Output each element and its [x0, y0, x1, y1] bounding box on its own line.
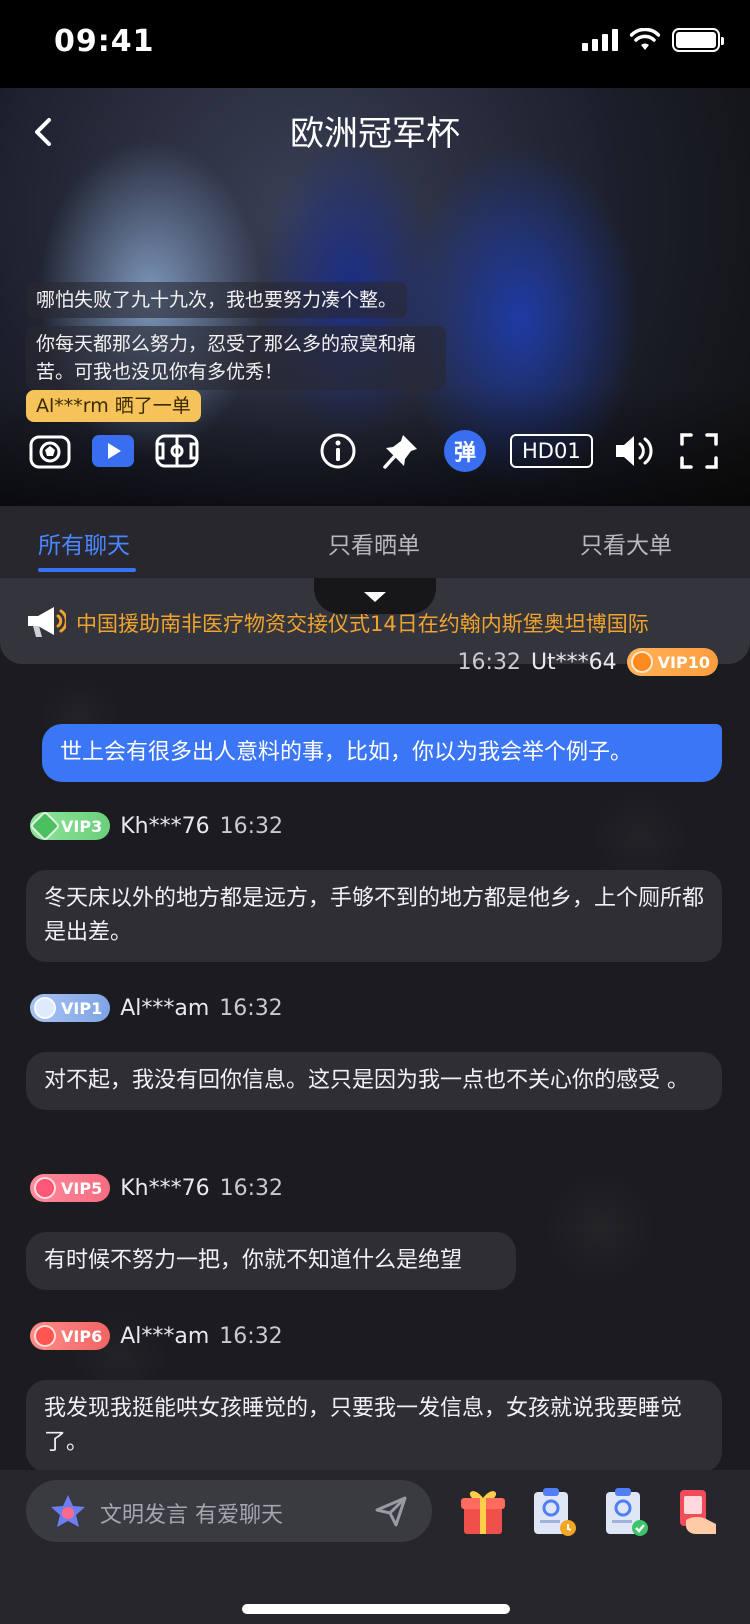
status-bar: 09:41 — [0, 0, 750, 88]
vip-badge: VIP1 — [30, 994, 111, 1022]
message-header: 16:32 Ut***64 VIP10 — [458, 648, 718, 676]
share-hand-icon[interactable] — [672, 1484, 722, 1538]
message-header: VIP1 Al***am 16:32 — [30, 994, 283, 1022]
tab-big-bets[interactable]: 只看大单 — [580, 526, 672, 560]
message-time: 16:32 — [457, 649, 521, 675]
tab-all-chat[interactable]: 所有聊天 — [38, 526, 130, 560]
bet-confirmed-icon[interactable] — [600, 1484, 650, 1538]
status-icons — [582, 28, 724, 52]
input-placeholder: 文明发言 有爱聊天 — [100, 1503, 283, 1528]
chat-area[interactable]: 中国援助南非医疗物资交接仪式14日在约翰内斯堡奥坦博国际 16:32 Ut***… — [0, 578, 750, 1470]
pin-icon — [383, 435, 417, 469]
send-icon[interactable] — [374, 1494, 408, 1528]
pin-button[interactable] — [380, 428, 422, 474]
crown-icon — [630, 651, 653, 673]
message-header: VIP6 Al***am 16:32 — [30, 1322, 283, 1350]
danmu-toggle-button[interactable]: 弹 — [444, 430, 486, 472]
player-controls: 弹 HD01 — [0, 428, 750, 476]
info-button[interactable] — [318, 428, 358, 474]
message-time: 16:32 — [219, 995, 283, 1021]
message-bubble[interactable]: 我发现我挺能哄女孩睡觉的，只要我一发信息，女孩就说我要睡觉了。 — [26, 1380, 722, 1470]
video-title: 欧洲冠军杯 — [290, 114, 460, 154]
message-time: 16:32 — [219, 1175, 283, 1201]
gem-icon — [34, 997, 56, 1019]
battery-icon — [672, 28, 724, 52]
vip-badge: VIP6 — [30, 1322, 111, 1350]
message-time: 16:32 — [219, 1323, 283, 1349]
active-tab-indicator — [38, 568, 136, 572]
chat-input[interactable]: 文明发言 有爱聊天 — [26, 1480, 432, 1542]
bet-record-icon[interactable] — [528, 1484, 578, 1538]
input-bar: 文明发言 有爱聊天 — [0, 1470, 750, 1624]
video-player[interactable]: 欧洲冠军杯 哪怕失败了九十九次，我也要努力凑个整。 你每天都那么努力，忍受了那么… — [0, 88, 750, 506]
fullscreen-button[interactable] — [678, 428, 720, 474]
danmu-text: 哪怕失败了九十九次，我也要努力凑个整。 — [26, 282, 408, 318]
info-icon — [320, 433, 356, 469]
play-icon — [92, 435, 134, 467]
vip-badge: VIP5 — [30, 1174, 111, 1202]
star-emoji-icon — [51, 1495, 85, 1527]
pitch-view-button[interactable] — [154, 428, 200, 474]
message-user[interactable]: Kh***76 — [120, 1176, 209, 1201]
football-camera-icon — [29, 435, 71, 469]
message-user[interactable]: Al***am — [120, 1324, 209, 1349]
message-header: VIP5 Kh***76 16:32 — [30, 1174, 283, 1202]
message-bubble[interactable]: 对不起，我没有回你信息。这只是因为我一点也不关心你的感受 。 — [26, 1052, 722, 1110]
wifi-icon — [630, 28, 660, 50]
chat-tabs: 所有聊天 只看晒单 只看大单 — [0, 506, 750, 578]
danmu-item: 哪怕失败了九十九次，我也要努力凑个整。 — [26, 282, 408, 318]
message-bubble[interactable]: 有时候不努力一把，你就不知道什么是绝望 — [26, 1232, 516, 1290]
megaphone-icon — [28, 607, 66, 637]
vip-badge: VIP3 — [29, 810, 111, 842]
gem-icon — [34, 1177, 56, 1199]
pitch-icon — [155, 434, 199, 468]
volume-icon — [616, 436, 653, 466]
message-user[interactable]: Ut***64 — [531, 650, 617, 675]
fullscreen-icon — [680, 433, 718, 469]
volume-button[interactable] — [612, 428, 656, 474]
quality-button[interactable]: HD01 — [510, 434, 593, 468]
diamond-icon — [29, 810, 61, 842]
share-danmu[interactable]: Al***rm 晒了一单 — [26, 390, 201, 422]
gem-icon — [34, 1325, 56, 1347]
play-button[interactable] — [90, 428, 136, 474]
status-time: 09:41 — [54, 24, 155, 59]
message-user[interactable]: Al***am — [120, 996, 209, 1021]
home-indicator — [242, 1604, 510, 1614]
gift-icon[interactable] — [458, 1484, 508, 1538]
message-bubble[interactable]: 世上会有很多出人意料的事，比如，你以为我会举个例子。 — [42, 724, 722, 782]
message-user[interactable]: Kh***76 — [120, 814, 209, 839]
signal-icon — [582, 29, 618, 51]
danmu-item: 你每天都那么努力，忍受了那么多的寂寞和痛苦。可我也没见你有多优秀！ — [26, 326, 446, 390]
message-header: VIP3 Kh***76 16:32 — [29, 810, 283, 842]
share-danmu-text: Al***rm 晒了一单 — [26, 390, 201, 422]
tab-shared-bets[interactable]: 只看晒单 — [328, 526, 420, 560]
danmu-text: 你每天都那么努力，忍受了那么多的寂寞和痛苦。可我也没见你有多优秀！ — [26, 326, 446, 390]
collapse-handle[interactable] — [314, 578, 436, 614]
vip-badge: VIP10 — [626, 648, 718, 676]
message-time: 16:32 — [219, 813, 283, 839]
message-bubble[interactable]: 冬天床以外的地方都是远方，手够不到的地方都是他乡，上个厕所都是出差。 — [26, 870, 722, 962]
screenshot-button[interactable] — [26, 428, 74, 474]
